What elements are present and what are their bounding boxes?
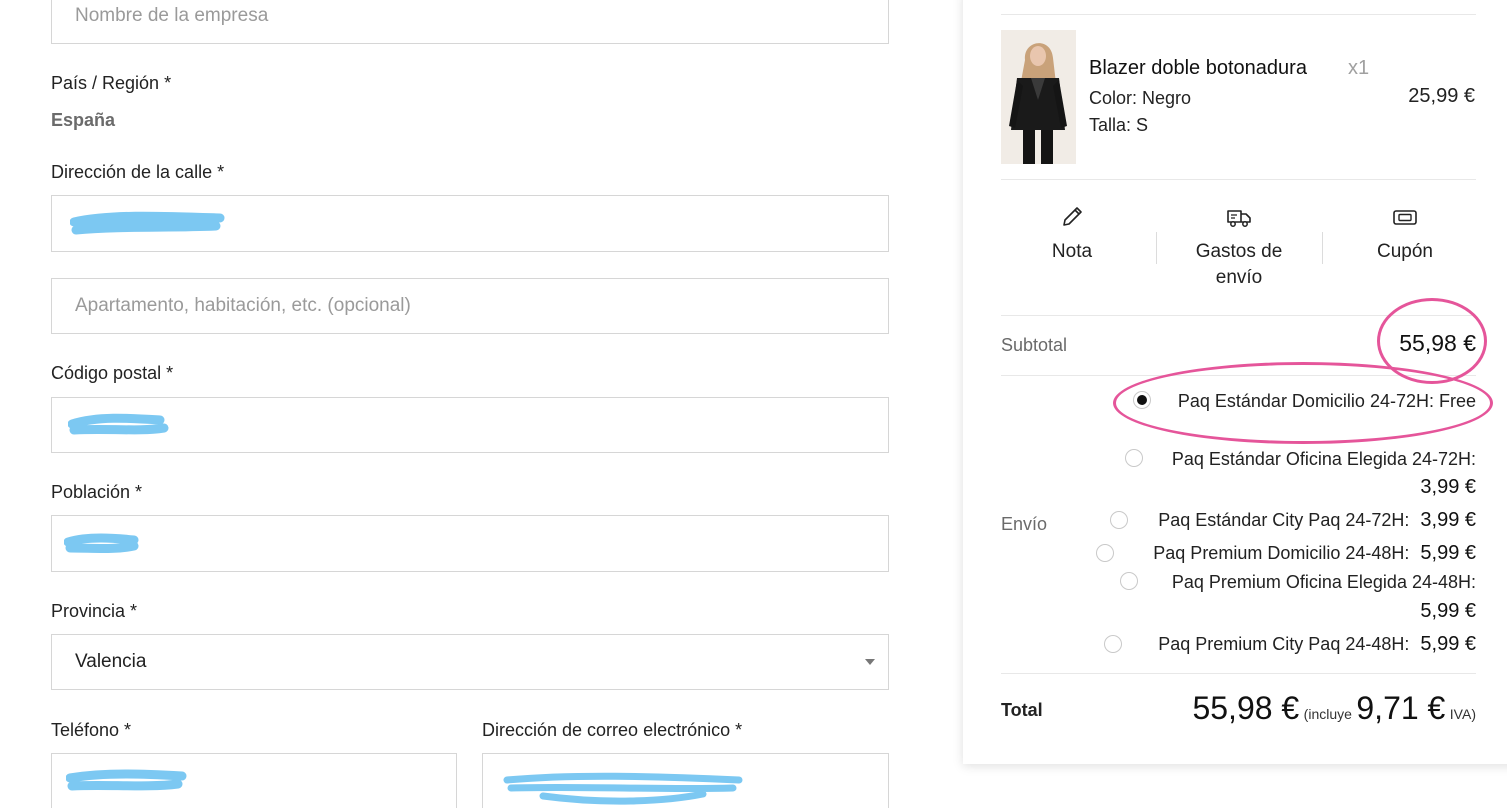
shipping-option-radio[interactable] (1096, 544, 1114, 562)
ticket-icon (1393, 210, 1417, 225)
product-quantity: x1 (1348, 57, 1370, 79)
divider (1322, 232, 1323, 264)
apartment-field[interactable]: Apartamento, habitación, etc. (opcional) (51, 278, 889, 334)
chevron-down-icon (865, 659, 875, 665)
subtotal-label: Subtotal (1001, 335, 1068, 355)
redaction-scribble (503, 772, 743, 805)
shipping-option-radio[interactable] (1110, 511, 1128, 529)
product-price: 25,99 € (1408, 85, 1475, 107)
divider (1001, 179, 1476, 180)
city-field[interactable] (51, 515, 889, 572)
note-label: Nota (1051, 241, 1093, 262)
shipping-option-6-price: 5,99 € (1420, 633, 1476, 655)
total-tax-suffix: IVA) (1449, 706, 1476, 722)
total-tax-value: 9,71 € (1356, 690, 1446, 726)
province-label: Provincia * (51, 601, 138, 621)
coupon-label: Cupón (1377, 241, 1433, 262)
total-amount: 55,98 € (incluye 9,71 € IVA) (1192, 690, 1476, 727)
product-name[interactable]: Blazer doble botonadura (1089, 57, 1307, 80)
shipping-option-4-text: Paq Premium Domicilio 24-48H: (1153, 543, 1410, 563)
postcode-label: Código postal * (51, 363, 174, 383)
company-name-field[interactable]: Nombre de la empresa (51, 0, 889, 44)
shipping-option-2-price: 3,99 € (1420, 476, 1476, 498)
postcode-field[interactable] (51, 397, 889, 453)
product-color-key: Color: (1089, 88, 1138, 108)
redaction-scribble (70, 211, 225, 235)
province-value: Valencia (75, 651, 147, 672)
redaction-scribble (66, 769, 187, 791)
total-label: Total (1001, 700, 1043, 720)
coupon-button[interactable]: Cupón (1330, 203, 1480, 265)
shipping-option-3[interactable]: Paq Estándar City Paq 24-72H: 3,99 € (1158, 509, 1476, 532)
shipping-option-4[interactable]: Paq Premium Domicilio 24-48H: 5,99 € (1153, 542, 1476, 565)
shipping-option-6[interactable]: Paq Premium City Paq 24-48H: 5,99 € (1158, 633, 1476, 656)
phone-label: Teléfono * (51, 720, 132, 740)
street-address-field[interactable] (51, 195, 889, 252)
shipping-option-radio[interactable] (1125, 449, 1143, 467)
shipping-option-3-text: Paq Estándar City Paq 24-72H: (1158, 510, 1410, 530)
shipping-cost-label-line2: envío (1215, 267, 1263, 288)
divider (1001, 673, 1476, 674)
country-label: País / Región * (51, 73, 172, 93)
product-image[interactable] (1001, 30, 1076, 164)
shipping-option-5-price: 5,99 € (1420, 600, 1476, 622)
product-size-key: Talla: (1089, 115, 1132, 135)
shipping-option-3-price: 3,99 € (1420, 509, 1476, 531)
divider (1001, 14, 1476, 15)
phone-field[interactable] (51, 753, 457, 808)
product-color: Color: Negro (1089, 88, 1191, 109)
highlight-ring-shipping (1113, 362, 1493, 444)
country-value: España (51, 110, 116, 130)
email-field[interactable] (482, 753, 889, 808)
email-label: Dirección de correo electrónico * (482, 720, 743, 740)
city-label: Población * (51, 482, 143, 502)
shipping-option-radio[interactable] (1120, 572, 1138, 590)
redaction-scribble (68, 413, 169, 435)
shipping-option-6-text: Paq Premium City Paq 24-48H: (1158, 634, 1410, 654)
divider (1156, 232, 1157, 264)
note-button[interactable]: Nota (997, 203, 1147, 265)
redaction-scribble (64, 533, 139, 553)
province-select[interactable]: Valencia (51, 634, 889, 690)
shipping-cost-label-line1: Gastos de (1195, 241, 1283, 262)
shipping-option-radio[interactable] (1104, 635, 1122, 653)
shipping-cost-button[interactable]: Gastos de envío (1164, 203, 1314, 291)
product-size-value: S (1136, 115, 1149, 135)
total-value: 55,98 € (1192, 690, 1300, 726)
company-name-placeholder: Nombre de la empresa (75, 5, 269, 26)
shipping-option-5[interactable]: Paq Premium Oficina Elegida 24-48H: (1172, 572, 1476, 593)
shipping-label: Envío (1001, 514, 1048, 534)
apartment-placeholder: Apartamento, habitación, etc. (opcional) (75, 295, 411, 316)
shipping-option-4-price: 5,99 € (1420, 542, 1476, 564)
product-color-value: Negro (1142, 88, 1192, 108)
truck-icon (1227, 210, 1251, 227)
shipping-option-2[interactable]: Paq Estándar Oficina Elegida 24-72H: (1172, 449, 1476, 470)
street-label: Dirección de la calle * (51, 162, 225, 182)
pencil-icon (1063, 207, 1082, 226)
total-includes-text: (incluye (1303, 706, 1352, 722)
product-size: Talla: S (1089, 115, 1148, 136)
